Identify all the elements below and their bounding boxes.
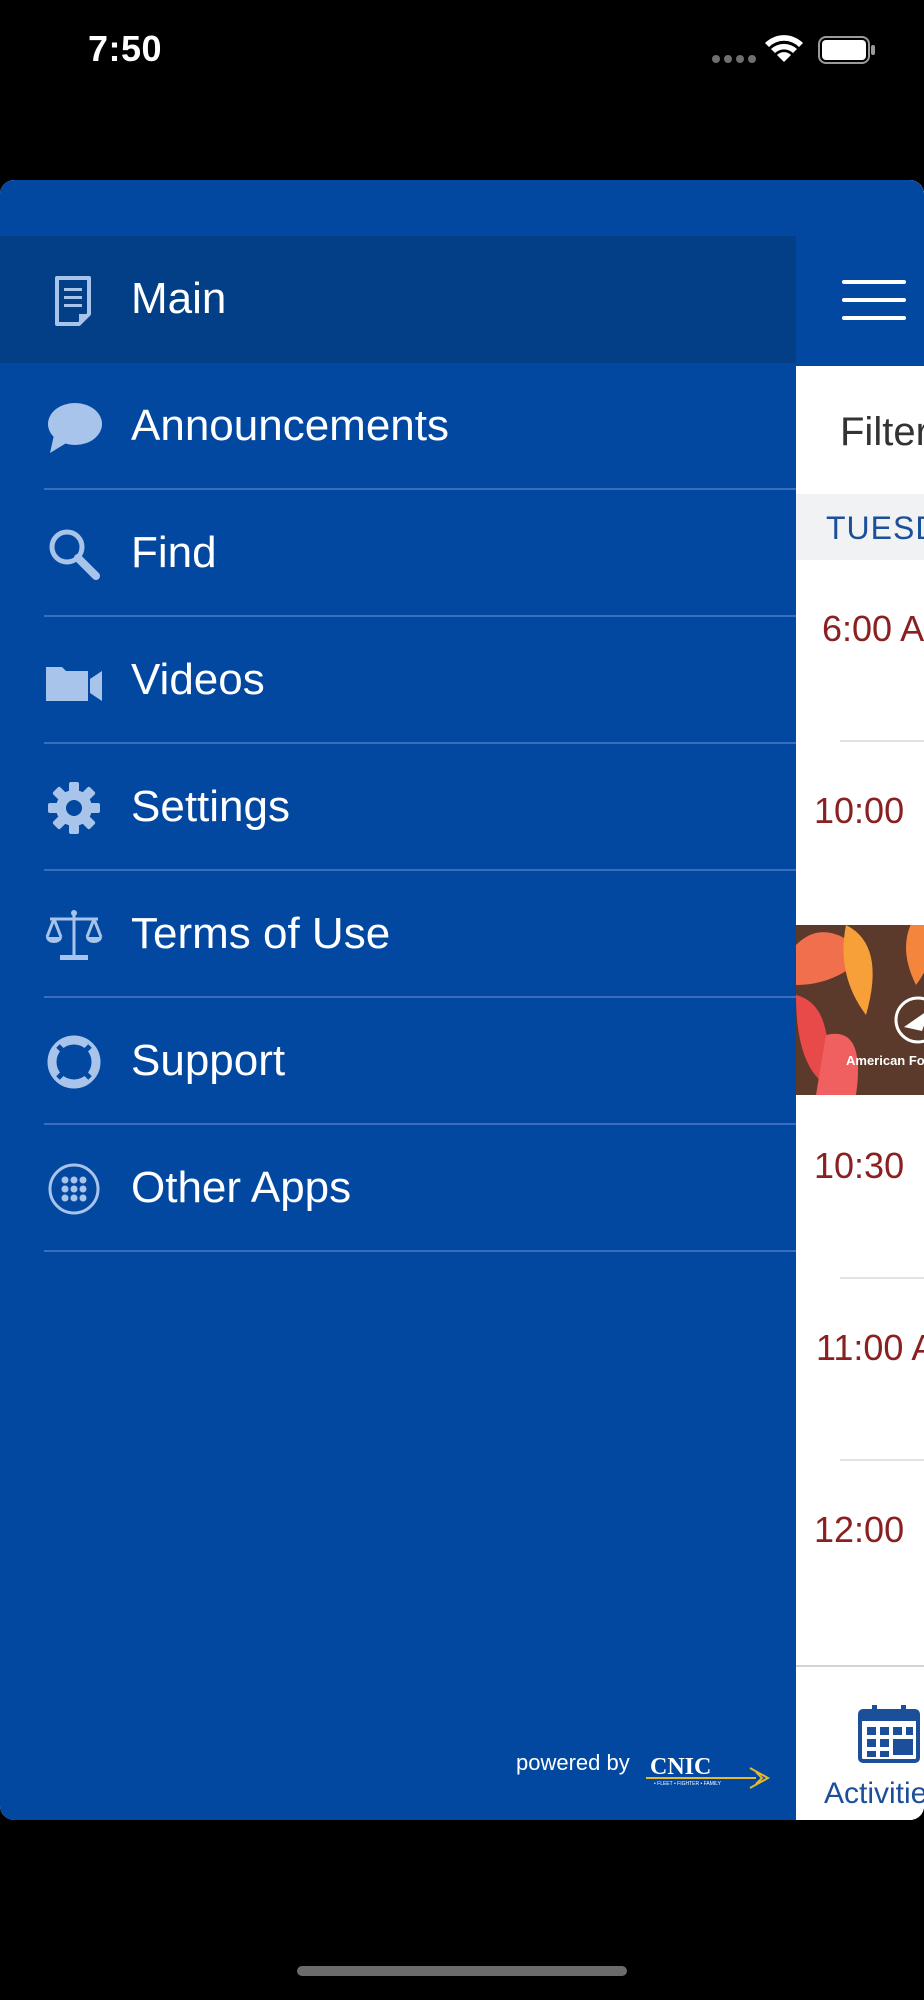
menu-item-label: Main (131, 274, 227, 323)
event-time[interactable]: 11:00 A (816, 1327, 924, 1369)
chat-bubble-icon (48, 403, 102, 453)
cellular-signal-icon (712, 55, 756, 63)
event-banner-image[interactable]: American For (796, 925, 924, 1095)
menu-item-label: Announcements (131, 401, 449, 450)
menu-item-label: Find (131, 528, 217, 577)
hamburger-menu-icon[interactable] (842, 280, 906, 320)
menu-item-main[interactable]: Main (0, 236, 796, 363)
menu-item-settings[interactable]: Settings (0, 744, 796, 871)
navigation-drawer: Main Announcements Find Videos Settings … (0, 180, 796, 1820)
menu-item-terms[interactable]: Terms of Use (0, 871, 796, 998)
menu-item-find[interactable]: Find (0, 490, 796, 617)
menu-item-other-apps[interactable]: Other Apps (0, 1125, 796, 1252)
wifi-icon (765, 35, 803, 62)
divider (44, 1250, 796, 1252)
divider (840, 740, 924, 742)
event-time[interactable]: 10:30 (814, 1145, 904, 1187)
menu-item-announcements[interactable]: Announcements (0, 363, 796, 490)
tab-activities[interactable]: Activitie (824, 1777, 924, 1811)
filter-row[interactable]: Filter (796, 366, 924, 494)
divider (840, 1277, 924, 1279)
home-indicator (297, 1966, 627, 1976)
menu-item-label: Settings (131, 782, 290, 831)
lifebuoy-icon (47, 1035, 101, 1089)
filter-label: Filter (840, 410, 924, 454)
status-bar: 7:50 (0, 0, 924, 100)
powered-by-text: powered by (516, 1750, 630, 1775)
menu-item-label: Other Apps (131, 1163, 352, 1212)
tab-bar: Activitie (796, 1665, 924, 1820)
scales-icon (45, 910, 103, 960)
divider (840, 1459, 924, 1461)
cnic-logo-text: CNIC (650, 1754, 711, 1780)
autumn-leaves-image (796, 925, 924, 1095)
event-time[interactable]: 12:00 (814, 1509, 904, 1551)
cnic-logo-tagline: • FLEET • FIGHTER • FAMILY (654, 1781, 722, 1787)
search-icon (49, 529, 100, 580)
menu-item-label: Support (131, 1036, 286, 1085)
content-header (796, 180, 924, 366)
event-time[interactable]: 10:00 (814, 790, 904, 832)
app-frame: Filter TUESD 6:00 A 10:00 American For 1… (0, 180, 924, 1820)
day-label: TUESD (826, 510, 924, 546)
cnic-logo: CNIC • FLEET • FIGHTER • FAMILY (646, 1754, 770, 1789)
status-time: 7:50 (88, 28, 163, 69)
document-icon (55, 276, 91, 326)
banner-caption: American For (846, 1053, 924, 1068)
gear-icon (48, 782, 100, 834)
day-header: TUESD (796, 494, 924, 560)
menu-item-label: Videos (131, 655, 265, 704)
menu-item-support[interactable]: Support (0, 998, 796, 1125)
battery-icon (818, 36, 875, 64)
apps-grid-icon (48, 1163, 100, 1215)
menu-item-videos[interactable]: Videos (0, 617, 796, 744)
video-folder-icon (46, 667, 102, 701)
calendar-icon[interactable] (858, 1705, 920, 1763)
menu-item-label: Terms of Use (131, 909, 391, 958)
activities-page: Filter TUESD 6:00 A 10:00 American For 1… (796, 180, 924, 1820)
event-time[interactable]: 6:00 A (822, 608, 924, 650)
